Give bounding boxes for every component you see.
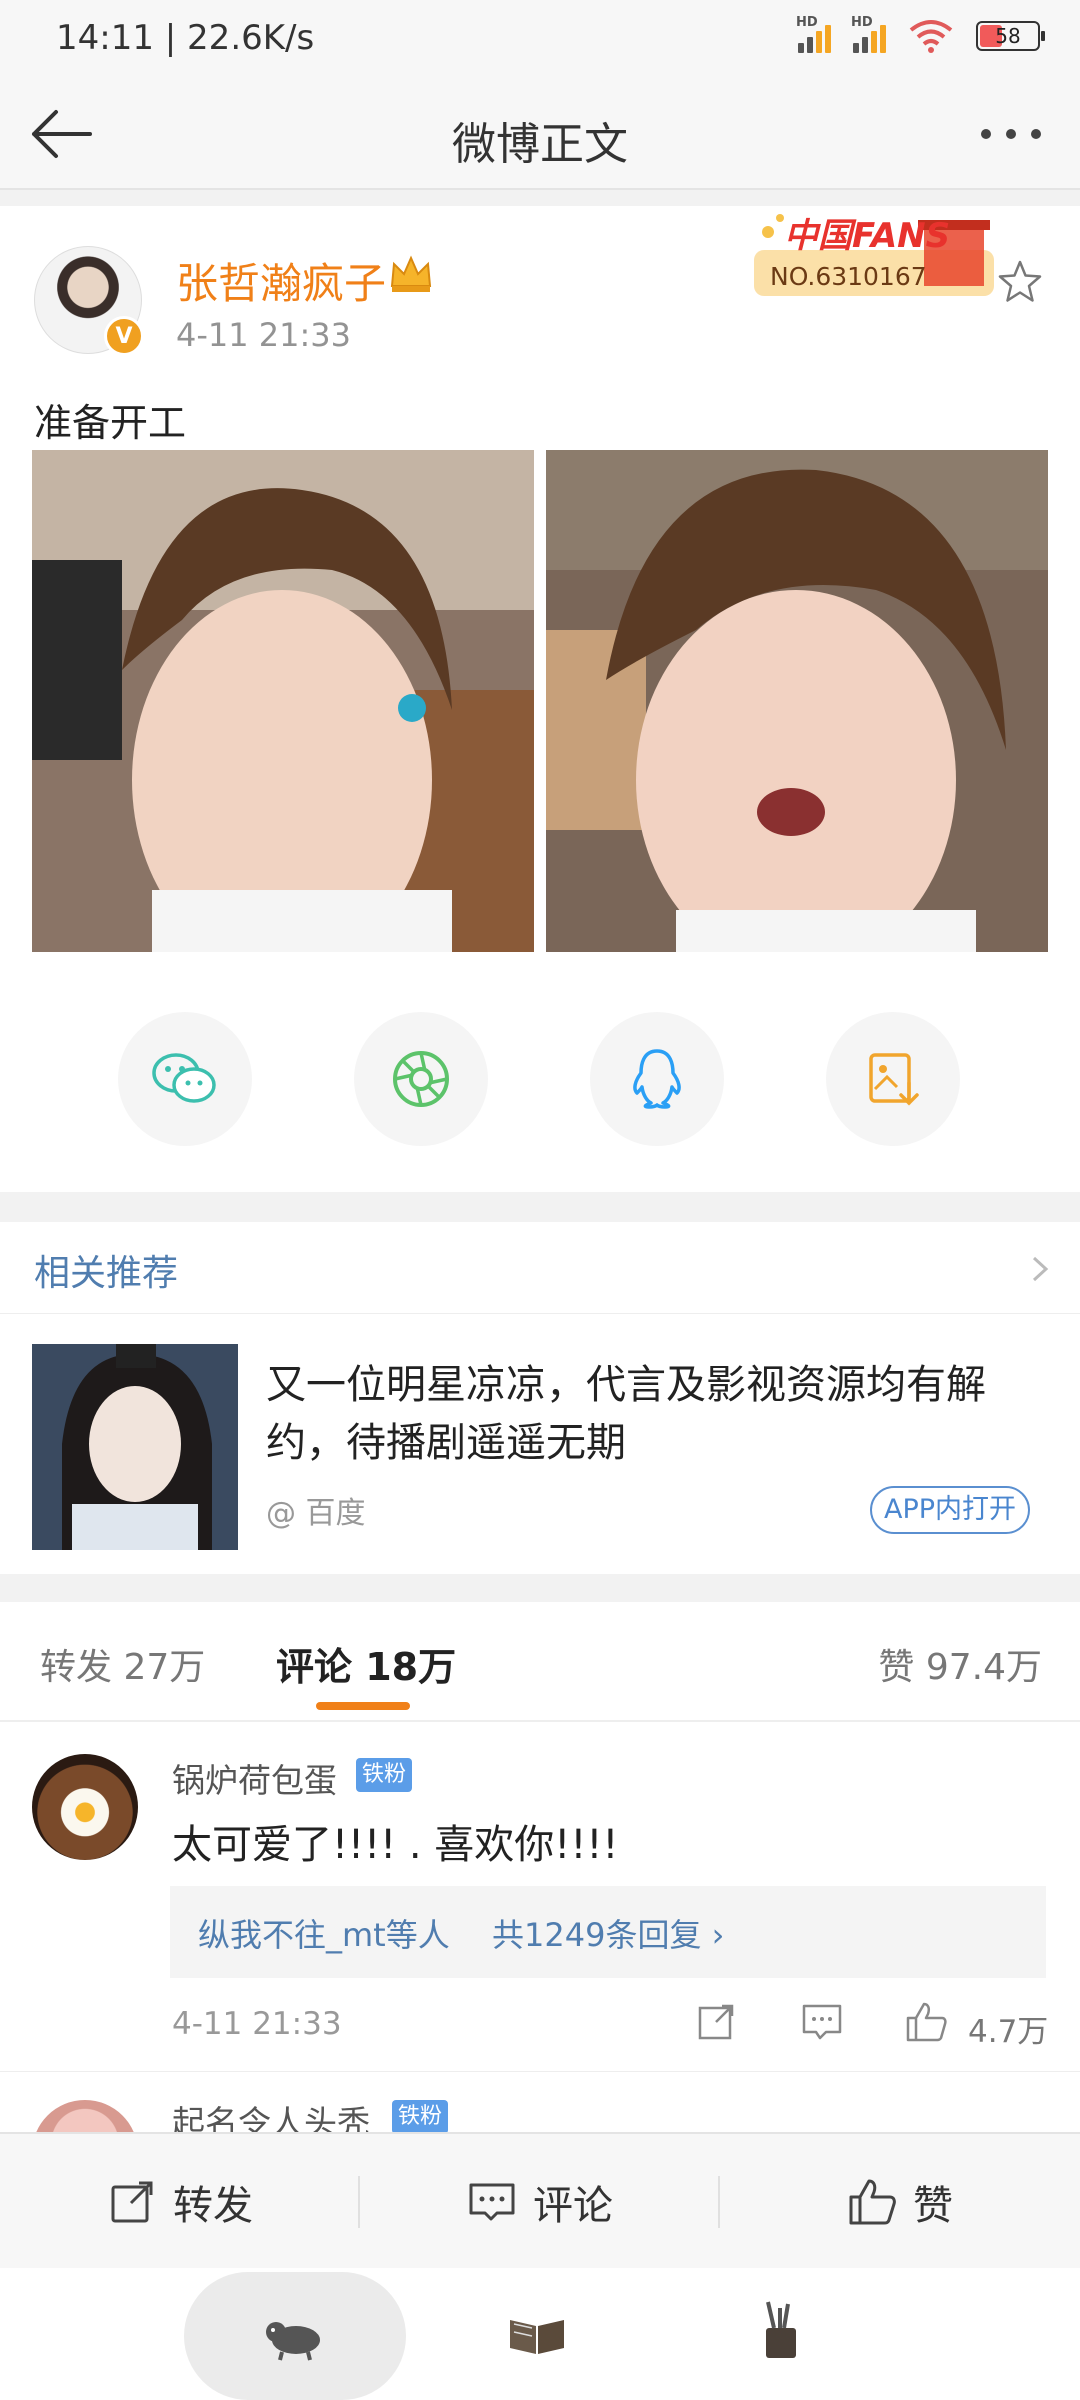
weibo-post: V 张哲瀚疯子 4-11 21:33 中国FANS NO.6310167 准备开… [0, 206, 1080, 1186]
favorite-star-icon[interactable] [996, 258, 1044, 306]
comment-repost-icon[interactable] [694, 2000, 738, 2044]
share-qq-button[interactable] [590, 1012, 724, 1146]
more-options-icon[interactable] [976, 122, 1046, 146]
repost-label: 转发 [173, 2183, 253, 2229]
status-time-speed: 14:11 | 22.6K/s [56, 18, 315, 58]
pet-icon[interactable] [262, 2302, 328, 2368]
moments-icon [393, 1051, 449, 1107]
wechat-icon [152, 1053, 216, 1103]
tab-likes[interactable]: 赞 97.4万 [878, 1638, 1042, 1690]
like-icon [849, 2179, 896, 2225]
replies-preview[interactable]: 纵我不往_mt等人 共1249条回复 › [170, 1886, 1046, 1978]
related-source: @ 百度 [266, 1496, 366, 1531]
share-wechat-button[interactable] [118, 1012, 252, 1146]
comment-button[interactable]: 评论 [360, 2134, 720, 2270]
fans-badge[interactable]: 中国FANS NO.6310167 [744, 206, 1006, 302]
qq-icon [633, 1049, 681, 1109]
related-header[interactable]: 相关推荐 [0, 1222, 1080, 1314]
author-name[interactable]: 张哲瀚疯子 [176, 250, 386, 311]
commenter-name[interactable]: 锅炉荷包蛋 [172, 1754, 337, 1802]
fans-badge-title: 中国FANS [784, 216, 951, 256]
post-photo-1[interactable] [32, 450, 534, 952]
like-label: 赞 [913, 2183, 953, 2229]
signal-icon-2: HD [851, 15, 886, 53]
related-headline: 又一位明星凉凉，代言及影视资源均有解约，待播剧遥遥无期 [266, 1362, 986, 1466]
related-thumbnail [32, 1344, 238, 1550]
related-title: 相关推荐 [34, 1253, 179, 1294]
post-tabs: 转发 27万 评论 18万 赞 97.4万 [0, 1602, 1080, 1722]
signal-icon-1: HD [796, 15, 831, 53]
post-action-bar: 转发 评论 赞 [0, 2132, 1080, 2268]
signal-2-hd-label: HD [851, 15, 873, 30]
fan-badge: 铁粉 [356, 1758, 413, 1792]
wifi-icon [909, 20, 953, 53]
commenter-avatar[interactable] [32, 1754, 138, 1860]
repost-icon [111, 2181, 153, 2223]
comment-label: 评论 [533, 2183, 613, 2229]
verified-badge: V [104, 316, 144, 356]
crown-icon [390, 255, 432, 292]
comment-icon [469, 2183, 515, 2221]
chevron-right-icon [1032, 1256, 1049, 1282]
commenter-avatar[interactable] [32, 2100, 138, 2132]
share-row [0, 1012, 1080, 1152]
pen-holder-icon[interactable] [748, 2298, 814, 2364]
like-button[interactable]: 赞 [720, 2134, 1080, 2270]
save-image-button[interactable] [826, 1012, 960, 1146]
save-image-icon [869, 1053, 919, 1106]
post-time: 4-11 21:33 [176, 316, 352, 354]
related-item[interactable]: 又一位明星凉凉，代言及影视资源均有解约，待播剧遥遥无期 @ 百度 APP内打开 [0, 1314, 1080, 1574]
comment-like-count: 4.7万 [968, 2014, 1049, 2050]
battery-icon: 58 [976, 21, 1045, 51]
reply-names: 纵我不往_mt等人 [198, 1916, 450, 1954]
signal-1-hd-label: HD [796, 15, 818, 30]
book-icon[interactable] [504, 2302, 570, 2368]
comment-text: 太可爱了!!!! . 喜欢你!!!! [172, 1822, 619, 1868]
fans-badge-number: NO.6310167 [770, 262, 927, 291]
status-icons: HD HD 58 [796, 15, 1045, 54]
reply-count: 共1249条回复 › [492, 1916, 725, 1954]
comment-reply-icon[interactable] [800, 2000, 844, 2044]
status-bar: 14:11 | 22.6K/s HD HD 58 [0, 0, 1080, 80]
tab-repost[interactable]: 转发 27万 [40, 1638, 205, 1690]
comment-like-icon[interactable] [904, 2000, 948, 2044]
fan-badge: 铁粉 [392, 2100, 449, 2132]
tab-comments[interactable]: 评论 18万 [276, 1636, 456, 1691]
commenter-name[interactable]: 起名令人头秃 [172, 2096, 370, 2132]
comment-item: 锅炉荷包蛋 铁粉 太可爱了!!!! . 喜欢你!!!! 纵我不往_mt等人 共1… [0, 1722, 1080, 2072]
divider [0, 1192, 1080, 1222]
bottom-toolbar [0, 2268, 1080, 2400]
battery-level: 58 [995, 24, 1021, 48]
comment-item: 起名令人头秃 铁粉 [0, 2072, 1080, 2132]
title-bar: 微博正文 [0, 80, 1080, 190]
divider [0, 190, 1080, 206]
repost-button[interactable]: 转发 [0, 2134, 360, 2270]
post-photo-2[interactable] [546, 450, 1048, 952]
share-moments-button[interactable] [354, 1012, 488, 1146]
comment-time: 4-11 21:33 [172, 2006, 342, 2042]
post-text: 准备开工 [34, 401, 187, 445]
page-title: 微博正文 [452, 119, 628, 170]
divider [0, 1574, 1080, 1602]
active-tab-indicator [316, 1702, 410, 1710]
open-in-app-button[interactable]: APP内打开 [870, 1486, 1031, 1534]
